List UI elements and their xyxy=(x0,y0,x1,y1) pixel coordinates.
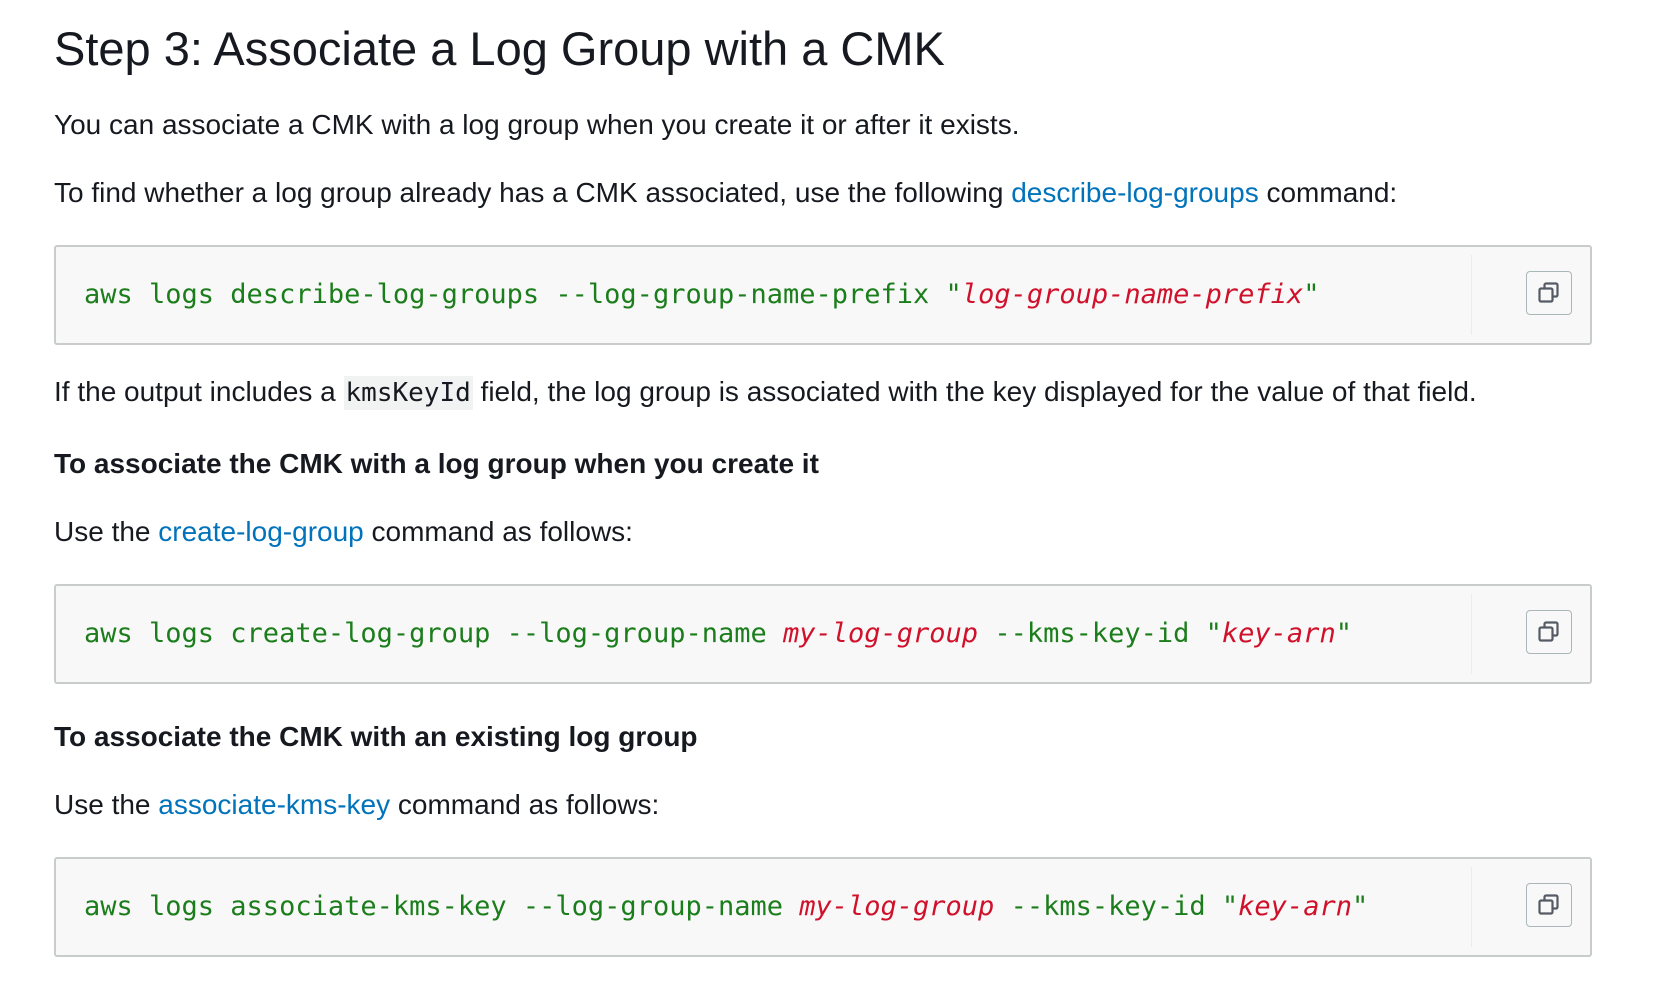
find-text-before: To find whether a log group already has … xyxy=(54,177,1012,208)
copy-button-create[interactable] xyxy=(1526,610,1572,654)
output-text-after: field, the log group is associated with … xyxy=(472,376,1477,407)
copy-icon xyxy=(1538,282,1559,303)
copy-divider xyxy=(1471,255,1472,335)
create-text-before: Use the xyxy=(54,516,159,547)
create-log-group-link[interactable]: create-log-group xyxy=(158,516,363,547)
create-text-after: command as follows: xyxy=(363,516,633,547)
code-part2: --kms-key-id xyxy=(994,891,1222,922)
associate-kms-key-link[interactable]: associate-kms-key xyxy=(158,789,390,820)
heading-existing: To associate the CMK with an existing lo… xyxy=(54,721,698,752)
code-part2: --kms-key-id xyxy=(978,618,1206,649)
assoc-text-after: command as follows: xyxy=(390,789,660,820)
copy-button-describe[interactable] xyxy=(1526,271,1572,315)
code-quote-open: " xyxy=(1221,891,1239,922)
code-quote-open: " xyxy=(945,279,962,310)
describe-log-groups-link[interactable]: describe-log-groups xyxy=(1011,177,1258,208)
code-part1: aws logs create-log-group --log-group-na… xyxy=(84,618,783,649)
find-text-after: command: xyxy=(1258,177,1398,208)
find-paragraph: To find whether a log group already has … xyxy=(54,175,1397,211)
inline-code-kmskeyid: kmsKeyId xyxy=(343,376,473,410)
create-paragraph: Use the create-log-group command as foll… xyxy=(54,514,633,550)
code-command: aws logs describe-log-groups --log-group… xyxy=(84,279,946,310)
output-text-before: If the output includes a xyxy=(54,376,344,407)
code-var-log-group: my-log-group xyxy=(782,618,979,649)
code-line-create[interactable]: aws logs create-log-group --log-group-na… xyxy=(84,586,1352,682)
code-block-create: aws logs create-log-group --log-group-na… xyxy=(54,584,1592,684)
copy-icon xyxy=(1538,621,1559,642)
code-part1: aws logs associate-kms-key --log-group-n… xyxy=(84,891,800,922)
code-line-associate[interactable]: aws logs associate-kms-key --log-group-n… xyxy=(84,859,1368,955)
code-var-prefix: log-group-name-prefix xyxy=(961,279,1304,310)
code-var-key-arn: key-arn xyxy=(1221,618,1336,649)
heading-create: To associate the CMK with a log group wh… xyxy=(54,448,819,479)
intro-paragraph: You can associate a CMK with a log group… xyxy=(54,109,1020,140)
copy-divider xyxy=(1471,867,1472,947)
copy-divider xyxy=(1471,594,1472,674)
code-var-key-arn: key-arn xyxy=(1238,891,1352,922)
assoc-text-before: Use the xyxy=(54,789,159,820)
output-paragraph: If the output includes a kmsKeyId field,… xyxy=(54,374,1477,411)
copy-button-associate[interactable] xyxy=(1526,883,1572,927)
associate-paragraph: Use the associate-kms-key command as fol… xyxy=(54,787,659,823)
code-quote-open: " xyxy=(1205,618,1222,649)
code-var-log-group: my-log-group xyxy=(799,891,995,922)
code-line-describe[interactable]: aws logs describe-log-groups --log-group… xyxy=(84,247,1319,343)
code-quote-close: " xyxy=(1303,279,1320,310)
page-title: Step 3: Associate a Log Group with a CMK xyxy=(54,22,945,75)
code-block-describe: aws logs describe-log-groups --log-group… xyxy=(54,245,1592,345)
copy-icon xyxy=(1538,894,1559,915)
code-quote-close: " xyxy=(1351,891,1369,922)
code-quote-close: " xyxy=(1335,618,1352,649)
code-block-associate: aws logs associate-kms-key --log-group-n… xyxy=(54,857,1592,957)
